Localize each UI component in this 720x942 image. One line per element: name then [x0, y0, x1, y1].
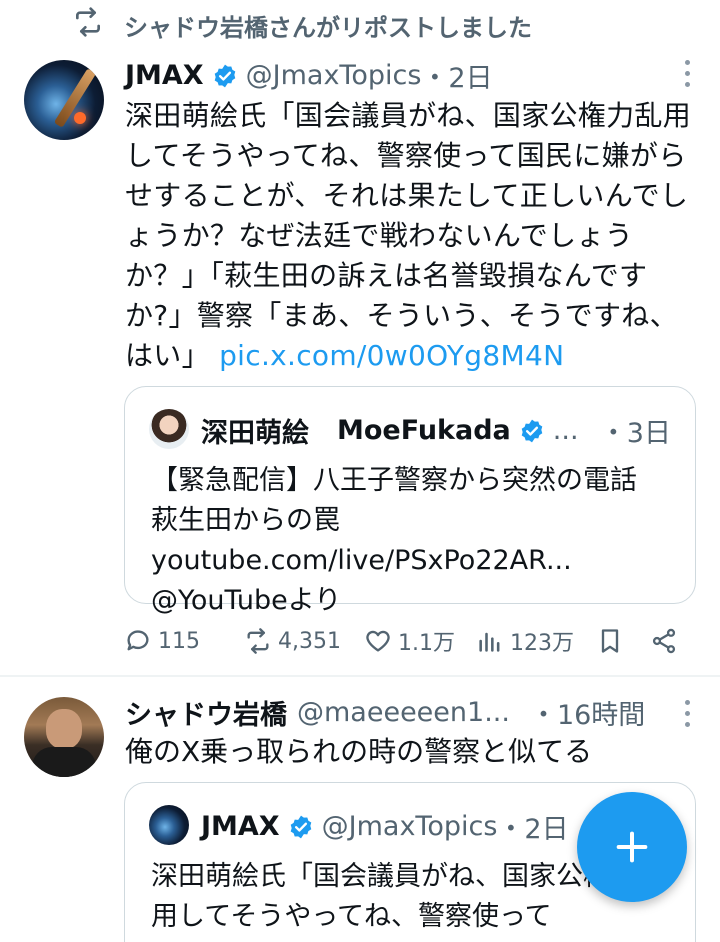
media-link[interactable]: pic.x.com/0w0OYg8M4N — [219, 339, 564, 372]
share-button[interactable] — [650, 627, 678, 655]
quoted-display-name: MoeFukada — [337, 415, 511, 446]
quoted-handle: @JmaxTopics — [321, 811, 498, 842]
verified-badge-icon — [290, 815, 311, 838]
repost-count: 4,351 — [278, 628, 341, 654]
verified-badge-icon — [214, 64, 235, 87]
compose-button[interactable] — [577, 792, 687, 902]
quoted-text: 【緊急配信】八王子警察から突然の電話 萩生田からの罠 youtube.com/l… — [151, 465, 664, 616]
more-options-icon[interactable] — [685, 60, 690, 87]
heart-icon — [366, 630, 390, 652]
reply-icon — [127, 630, 149, 651]
author-handle[interactable]: @JmaxTopics — [246, 60, 422, 91]
more-options-icon[interactable] — [685, 700, 690, 727]
tweet-header: シャドウ岩橋 @maeeeeen1... ・16時間 — [125, 693, 695, 732]
verified-badge-icon — [521, 419, 543, 442]
view-count: 123万 — [510, 631, 574, 656]
tweet-actions: 115 4,351 1.1万 123万 — [124, 624, 694, 658]
repost-button[interactable]: 4,351 — [244, 627, 341, 655]
avatar[interactable] — [24, 60, 104, 140]
tweet-time[interactable]: ・16時間 — [530, 693, 645, 732]
reply-button[interactable]: 115 — [124, 627, 200, 655]
quoted-author-name: 深田萌絵 — [201, 418, 309, 449]
repost-icon — [247, 628, 269, 654]
quoted-time: ・3日 — [599, 418, 671, 449]
tweet-header: JMAX @JmaxTopics ・2日 — [125, 56, 695, 95]
tweet-text: 俺のX乗っ取られの時の警察と似てる — [125, 735, 593, 768]
bookmark-icon — [601, 629, 619, 653]
repost-text: シャドウ岩橋さんがリポストしました — [124, 13, 532, 42]
author-name[interactable]: シャドウ岩橋 — [125, 693, 287, 732]
reply-count: 115 — [158, 628, 200, 654]
divider — [0, 675, 720, 677]
share-icon — [652, 628, 676, 654]
quoted-time: ・2日 — [497, 814, 569, 845]
repost-icon — [72, 6, 104, 44]
tweet-text: 深田萌絵氏「国会議員がね、国家公権力乱用してそうやってね、警察使って国民に嫌がら… — [125, 96, 695, 376]
like-button[interactable]: 1.1万 — [364, 625, 455, 657]
quoted-avatar — [149, 409, 189, 449]
quoted-header: 深田萌絵 MoeFukada ... ・3日 — [201, 411, 671, 450]
tweet-time[interactable]: ・2日 — [421, 56, 492, 95]
repost-indicator[interactable]: シャドウ岩橋さんがリポストしました — [72, 6, 532, 44]
analytics-icon — [479, 632, 500, 652]
quoted-handle-ellipsis: ... — [552, 415, 579, 446]
quoted-tweet[interactable]: 深田萌絵 MoeFukada ... ・3日 【緊急配信】八王子警察から突然の電… — [124, 386, 696, 616]
views-button[interactable]: 123万 — [476, 625, 574, 657]
quoted-header: JMAX @JmaxTopics ・2日 — [201, 807, 569, 846]
quoted-avatar — [149, 805, 189, 845]
quoted-author-name: JMAX — [201, 811, 280, 842]
plus-icon — [616, 831, 648, 863]
like-count: 1.1万 — [398, 631, 455, 656]
bookmark-button[interactable] — [596, 627, 624, 655]
author-handle[interactable]: @maeeeeen1... — [297, 697, 510, 728]
author-name[interactable]: JMAX — [125, 60, 204, 91]
avatar[interactable] — [24, 697, 104, 777]
tweet-body: 深田萌絵氏「国会議員がね、国家公権力乱用してそうやってね、警察使って国民に嫌がら… — [125, 99, 692, 372]
